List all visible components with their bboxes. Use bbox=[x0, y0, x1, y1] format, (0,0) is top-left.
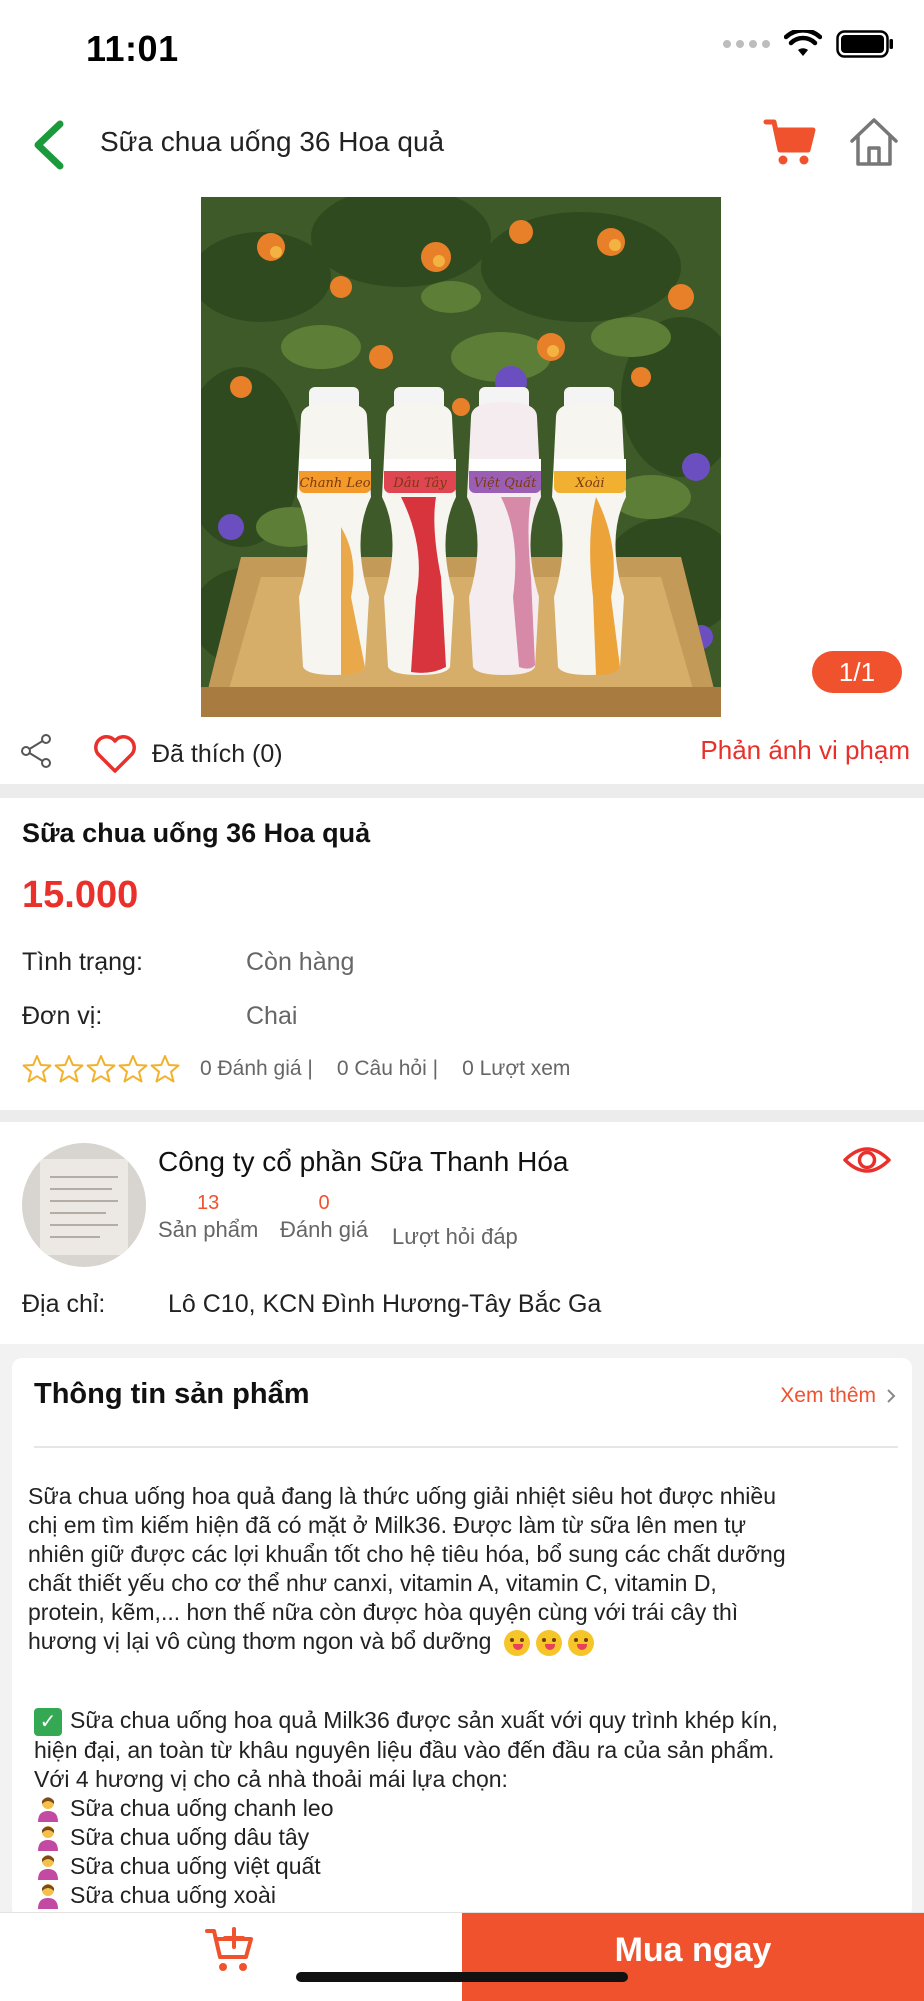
add-to-cart-button[interactable] bbox=[0, 1913, 462, 2001]
description-line: chất thiết yếu cho cơ thể như canxi, vit… bbox=[28, 1570, 717, 1596]
nav-bar: Sữa chua uống 36 Hoa quả bbox=[0, 100, 924, 190]
yum-emoji-icon bbox=[503, 1629, 530, 1656]
status-value: Còn hàng bbox=[246, 948, 355, 976]
review-count[interactable]: 0 Đánh giá | bbox=[200, 1057, 313, 1081]
seller-name[interactable]: Công ty cổ phần Sữa Thanh Hóa bbox=[158, 1146, 569, 1178]
chevron-right-icon bbox=[887, 1389, 896, 1403]
description-line: Với 4 hương vị cho cả nhà thoải mái lựa … bbox=[34, 1765, 508, 1792]
stats-row: 0 Đánh giá | 0 Câu hỏi | 0 Lượt xem bbox=[22, 1054, 594, 1084]
person-tipping-hand-icon bbox=[38, 1855, 58, 1881]
wifi-icon bbox=[784, 30, 822, 56]
svg-text:Xoài: Xoài bbox=[575, 476, 605, 491]
product-title: Sữa chua uống 36 Hoa quả bbox=[22, 818, 371, 848]
add-to-cart-icon bbox=[205, 1927, 253, 1971]
question-count[interactable]: 0 Câu hỏi | bbox=[337, 1057, 438, 1081]
see-more-label: Xem thêm bbox=[780, 1384, 876, 1407]
ratings-label: Đánh giá bbox=[280, 1217, 369, 1242]
status-bar: 11:01 bbox=[0, 0, 924, 100]
flavor-item: Sữa chua uống dâu tây bbox=[34, 1823, 914, 1852]
share-icon[interactable] bbox=[18, 733, 54, 769]
product-image[interactable]: Chanh Leo Dâu Tây Việt Quất Xoài bbox=[201, 197, 721, 717]
divider bbox=[34, 1446, 898, 1448]
star-icon bbox=[86, 1055, 116, 1083]
person-tipping-hand-icon bbox=[38, 1884, 58, 1910]
image-counter: 1/1 bbox=[812, 651, 902, 693]
yum-emoji-icon bbox=[567, 1629, 594, 1656]
description-line: protein, kẽm,... hơn thế nữa còn được hò… bbox=[28, 1599, 739, 1625]
cart-icon[interactable] bbox=[762, 114, 818, 170]
like-label: Đã thích (0) bbox=[152, 739, 283, 768]
description-line: chị em tìm kiếm hiện đã có mặt ở Milk36.… bbox=[28, 1512, 747, 1538]
unit-label: Đơn vị: bbox=[22, 1002, 103, 1030]
bottom-action-bar: Mua ngay bbox=[0, 1912, 924, 2001]
description-line: hiện đại, an toàn từ khâu nguyên liệu đầ… bbox=[34, 1736, 775, 1763]
svg-text:Việt Quất: Việt Quất bbox=[474, 475, 537, 491]
seller-products-stat[interactable]: 13 Sản phẩm bbox=[158, 1192, 258, 1243]
unit-row: Đơn vị: Chai bbox=[22, 1002, 297, 1031]
status-icons bbox=[723, 30, 894, 58]
page-title: Sữa chua uống 36 Hoa quả bbox=[100, 126, 445, 157]
flavor-label: Sữa chua uống xoài bbox=[70, 1881, 276, 1908]
svg-text:Dâu Tây: Dâu Tây bbox=[392, 476, 447, 491]
home-indicator bbox=[296, 1972, 628, 1982]
star-icon bbox=[22, 1055, 52, 1083]
seller-ratings-stat[interactable]: 0 Đánh giá bbox=[280, 1192, 368, 1243]
address-row: Địa chỉ: Lô C10, KCN Đình Hương-Tây Bắc G… bbox=[22, 1290, 601, 1319]
flavor-item: Sữa chua uống chanh leo bbox=[34, 1794, 914, 1823]
yum-emoji-icon bbox=[535, 1629, 562, 1656]
description-paragraph: ✓ Sữa chua uống hoa quả Milk36 được sản x… bbox=[34, 1706, 914, 1910]
person-tipping-hand-icon bbox=[38, 1797, 58, 1823]
products-label: Sản phẩm bbox=[158, 1217, 259, 1242]
signal-icon bbox=[723, 40, 770, 48]
flavor-label: Sữa chua uống việt quất bbox=[70, 1852, 321, 1879]
seller-qa-stat[interactable]: Lượt hỏi đáp bbox=[392, 1222, 518, 1250]
status-row: Tình trạng: Còn hàng bbox=[22, 948, 354, 977]
action-row: Đã thích (0) Phản ánh vi phạm bbox=[0, 725, 924, 783]
info-card-title: Thông tin sản phẩm bbox=[34, 1378, 310, 1410]
flavor-label: Sữa chua uống chanh leo bbox=[70, 1794, 334, 1821]
like-button[interactable]: Đã thích (0) bbox=[92, 733, 283, 775]
eye-icon[interactable] bbox=[842, 1140, 892, 1180]
description-line: Sữa chua uống hoa quả Milk36 được sản xu… bbox=[70, 1707, 778, 1733]
heart-icon bbox=[94, 735, 136, 773]
product-price: 15.000 bbox=[22, 874, 139, 916]
description-line: nhiên giữ được các lợi khuẩn tốt cho hệ … bbox=[28, 1541, 786, 1567]
description-line: hương vị lại vô cùng thơm ngon và bổ dưỡ… bbox=[28, 1628, 492, 1654]
star-icon bbox=[118, 1055, 148, 1083]
address-value: Lô C10, KCN Đình Hương-Tây Bắc Ga bbox=[168, 1290, 602, 1318]
flavor-item: Sữa chua uống xoài bbox=[34, 1881, 914, 1910]
divider bbox=[0, 784, 924, 798]
status-label: Tình trạng: bbox=[22, 948, 143, 976]
rating-stars bbox=[22, 1054, 180, 1084]
address-label: Địa chỉ: bbox=[22, 1290, 106, 1318]
battery-icon bbox=[836, 30, 893, 58]
product-info-card: Thông tin sản phẩm Xem thêm Sữa chua uốn… bbox=[12, 1358, 912, 1918]
star-icon bbox=[54, 1055, 84, 1083]
buy-now-button[interactable]: Mua ngay bbox=[462, 1913, 924, 2001]
report-violation-link[interactable]: Phản ánh vi phạm bbox=[700, 735, 910, 766]
description-paragraph: Sữa chua uống hoa quả đang là thức uống … bbox=[28, 1482, 908, 1656]
flavor-item: Sữa chua uống việt quất bbox=[34, 1852, 914, 1881]
qa-label: Lượt hỏi đáp bbox=[392, 1224, 518, 1249]
person-tipping-hand-icon bbox=[38, 1826, 58, 1852]
divider bbox=[0, 1110, 924, 1122]
star-icon bbox=[150, 1055, 180, 1083]
seller-avatar[interactable] bbox=[22, 1143, 146, 1267]
products-count: 13 bbox=[197, 1192, 220, 1214]
home-icon[interactable] bbox=[846, 114, 902, 170]
ratings-count: 0 bbox=[318, 1192, 330, 1214]
check-mark-icon: ✓ bbox=[34, 1707, 62, 1736]
view-count: 0 Lượt xem bbox=[462, 1057, 571, 1080]
status-time: 11:01 bbox=[86, 28, 179, 69]
see-more-link[interactable]: Xem thêm bbox=[780, 1384, 896, 1408]
back-arrow-icon[interactable] bbox=[26, 118, 76, 172]
svg-text:Chanh Leo: Chanh Leo bbox=[299, 476, 370, 491]
flavor-label: Sữa chua uống dâu tây bbox=[70, 1823, 310, 1850]
unit-value: Chai bbox=[246, 1002, 298, 1030]
description-line: Sữa chua uống hoa quả đang là thức uống … bbox=[28, 1483, 776, 1509]
